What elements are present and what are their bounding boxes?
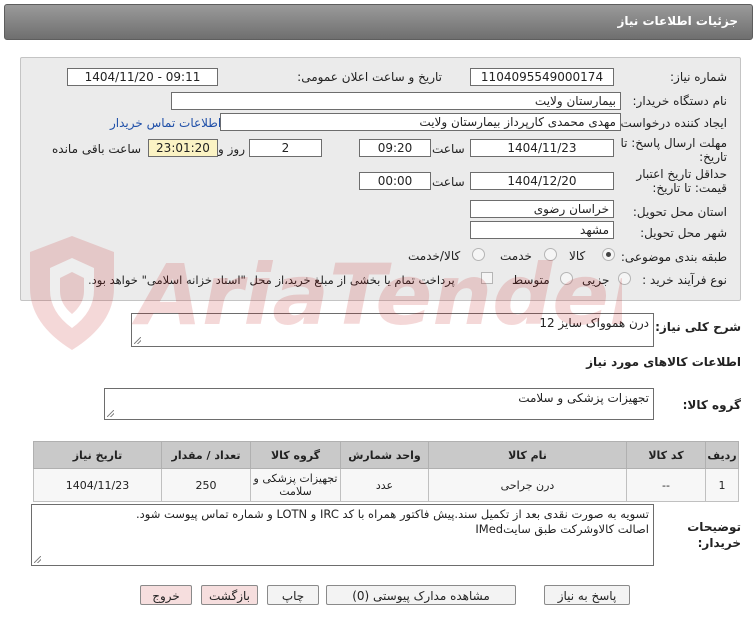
col-unit: واحد شمارش (340, 441, 429, 469)
city-field[interactable]: مشهد (470, 221, 614, 239)
table-row[interactable]: 1 -- درن جراحی عدد تجهیزات پزشکی و سلامت… (33, 468, 739, 502)
buyer-notes-label-line2: خریدار: (697, 536, 741, 550)
col-row-number: ردیف (705, 441, 739, 469)
days-field[interactable]: 2 (249, 139, 322, 157)
announce-label: تاریخ و ساعت اعلان عمومی: (297, 70, 442, 84)
cell-need-date: 1404/11/23 (33, 468, 162, 502)
buyer-notes-label-line1: توضیحات (687, 520, 741, 534)
col-item-name: نام کالا (428, 441, 627, 469)
goods-group-textarea[interactable]: تجهیزات پزشکی و سلامت (104, 388, 654, 420)
reply-button[interactable]: پاسخ به نیاز (544, 585, 630, 605)
resize-handle[interactable] (134, 337, 141, 344)
cell-item-name: درن جراحی (428, 468, 627, 502)
validity-label-line2: قیمت: تا تاریخ: (652, 181, 727, 195)
need-number-field[interactable]: 1104095549000174 (470, 68, 614, 86)
buyer-notes-line1: تسویه به صورت نقدی بعد از تکمیل سند.پیش … (135, 507, 649, 521)
deadline-label-line1: مهلت ارسال پاسخ: تا (620, 136, 727, 150)
category-both-radio[interactable] (472, 248, 485, 261)
category-both-label: کالا/خدمت (408, 249, 461, 263)
category-goods-radio[interactable] (602, 248, 615, 261)
page-title: جزئیات اطلاعات نیاز (617, 14, 738, 28)
goods-group-text: تجهیزات پزشکی و سلامت (518, 391, 649, 405)
goods-group-label: گروه کالا: (682, 398, 741, 412)
creator-field[interactable]: مهدی محمدی کارپرداز بیمارستان ولایت (220, 113, 621, 131)
deadline-time-field[interactable]: 09:20 (359, 139, 431, 157)
buyer-notes-line2: اصالت کالاوشرکت طبق سایتIMed (475, 522, 649, 536)
treasury-note: پرداخت تمام یا بخشی از مبلغ خرید،از محل … (88, 273, 455, 287)
cell-unit: عدد (340, 468, 429, 502)
cell-row-number: 1 (705, 468, 739, 502)
col-need-date: تاریخ نیاز (33, 441, 162, 469)
process-medium-label: متوسط (512, 273, 550, 287)
col-item-code: کد کالا (626, 441, 706, 469)
buyer-field[interactable]: بیمارستان ولایت (171, 92, 621, 110)
category-service-radio[interactable] (544, 248, 557, 261)
buyer-label: نام دستگاه خریدار: (632, 94, 728, 108)
back-button[interactable]: بازگشت (201, 585, 258, 605)
summary-label: شرح کلی نیاز: (655, 320, 741, 334)
need-number-label: شماره نیاز: (670, 70, 727, 84)
print-button[interactable]: چاپ (267, 585, 319, 605)
announce-datetime-field[interactable]: 1404/11/20 - 09:11 (67, 68, 218, 86)
remaining-time-field: 23:01:20 (148, 139, 218, 157)
table-header-row: ردیف کد کالا نام کالا واحد شمارش گروه کا… (33, 441, 739, 469)
process-minor-label: جزیی (582, 273, 610, 287)
province-label: استان محل تحویل: (632, 205, 727, 219)
province-field[interactable]: خراسان رضوی (470, 200, 614, 218)
deadline-time-label: ساعت (432, 142, 465, 156)
process-medium-radio[interactable] (560, 272, 573, 285)
col-goods-group: گروه کالا (250, 441, 341, 469)
page-header: جزئیات اطلاعات نیاز (4, 4, 753, 40)
resize-handle[interactable] (34, 556, 41, 563)
items-table: ردیف کد کالا نام کالا واحد شمارش گروه کا… (33, 441, 739, 502)
remaining-label: ساعت باقی مانده (52, 142, 142, 156)
validity-time-field[interactable]: 00:00 (359, 172, 431, 190)
summary-textarea[interactable]: درن هموواک سایز 12 (131, 313, 654, 347)
deadline-date-field[interactable]: 1404/11/23 (470, 139, 614, 157)
days-label: روز و (218, 142, 245, 156)
resize-handle[interactable] (107, 410, 114, 417)
view-attachments-button[interactable]: مشاهده مدارک پیوستی (0) (326, 585, 516, 605)
deadline-label-line2: تاریخ: (699, 150, 727, 164)
cell-item-code: -- (626, 468, 706, 502)
goods-info-title: اطلاعات کالاهای مورد نیاز (586, 355, 741, 369)
summary-text: درن هموواک سایز 12 (539, 316, 649, 330)
validity-date-field[interactable]: 1404/12/20 (470, 172, 614, 190)
exit-button[interactable]: خروج (140, 585, 192, 605)
contact-info-link[interactable]: اطلاعات تماس خریدار (110, 116, 221, 130)
category-service-label: خدمت (500, 249, 532, 263)
treasury-checkbox[interactable] (481, 272, 493, 284)
buyer-notes-textarea[interactable]: تسویه به صورت نقدی بعد از تکمیل سند.پیش … (31, 504, 654, 566)
process-label: نوع فرآیند خرید : (642, 273, 727, 287)
category-label: طبقه بندی موضوعی: (620, 250, 727, 264)
validity-label-line1: حداقل تاریخ اعتبار (636, 167, 727, 181)
creator-label: ایجاد کننده درخواست: (616, 116, 727, 130)
cell-goods-group: تجهیزات پزشکی و سلامت (250, 468, 341, 502)
validity-time-label: ساعت (432, 175, 465, 189)
category-goods-label: کالا (569, 249, 586, 263)
col-quantity: تعداد / مقدار (161, 441, 251, 469)
process-minor-radio[interactable] (618, 272, 631, 285)
city-label: شهر محل تحویل: (640, 226, 727, 240)
cell-quantity: 250 (161, 468, 251, 502)
